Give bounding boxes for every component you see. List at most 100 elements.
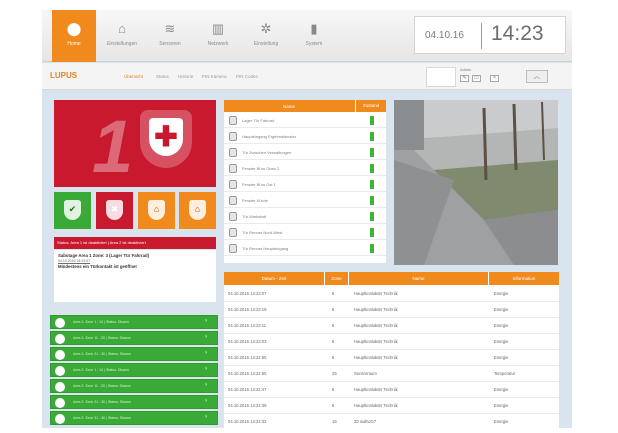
event-information: Energie xyxy=(494,323,509,328)
alarm-timestamp[interactable]: 04.10.2016 14:23:07 xyxy=(58,259,212,263)
area-button[interactable]: Area 1: Zone 11 - 20 | Status: Disarm › xyxy=(50,331,218,345)
sensor-row[interactable]: Tür Renner Haupteingang xyxy=(224,241,386,256)
state-indicator xyxy=(370,148,374,157)
event-name: Hauptkontakter Technik xyxy=(354,323,398,328)
lock-icon xyxy=(229,196,237,205)
nav-system[interactable]: ▮ System xyxy=(292,10,336,62)
bulb-icon xyxy=(55,350,65,360)
event-row[interactable]: 04.10.2016 14:23:11 8 Hauptkontakter Techn… xyxy=(224,318,559,334)
area-button[interactable]: Area 1: Zone 1 - 10 | Status: Disarm › xyxy=(50,315,218,329)
event-row[interactable]: 04.10.2016 14:22:47 8 Hauptkontakter Techn… xyxy=(224,382,559,398)
time-text: 14:23 xyxy=(491,22,544,45)
mode-arm-button[interactable]: ✖ xyxy=(96,192,133,229)
event-row[interactable]: 04.10.2016 14:22:39 8 Hauptkontakter Techn… xyxy=(224,398,559,414)
column-header-state[interactable]: Zustand xyxy=(355,100,386,112)
sensor-name: Tür Werkstatt xyxy=(242,214,266,219)
lock-icon xyxy=(229,180,237,189)
event-information: Energie xyxy=(494,307,509,312)
window-icon[interactable]: ▭ xyxy=(472,75,481,82)
nav-home-label: Home xyxy=(67,41,81,47)
nav-einstellungen-label: Einstellungen xyxy=(106,41,138,47)
date-time-display: 04.10.16 14:23 xyxy=(414,16,566,54)
sensor-row[interactable]: Fenster Büro Ost 1 xyxy=(224,177,386,192)
nav-einstellungen[interactable]: ⌂ Einstellungen xyxy=(100,10,144,62)
date-text: 04.10.16 xyxy=(425,30,464,41)
sensor-name: Fenster Büro Ost 1 xyxy=(242,182,276,187)
nav-einstellung[interactable]: ✲ Einstellung xyxy=(244,10,288,62)
user-avatar-box xyxy=(426,67,456,87)
mode-home1-button[interactable]: ⌂ xyxy=(138,192,175,229)
device-frame: ⬤ Home ⌂ Einstellungen ≋ Sensoren ▥ Netz… xyxy=(0,0,618,433)
area-button[interactable]: Area 2: Zone 21 - 30 | Status: Disarm › xyxy=(50,395,218,409)
event-datetime: 04.10.2016 14:22:55 xyxy=(228,371,267,376)
bulb-icon xyxy=(55,382,65,392)
nav-netzwerk[interactable]: ▥ Netzwerk xyxy=(196,10,240,62)
event-datetime: 04.10.2016 14:23:07 xyxy=(228,291,267,296)
area-label: Area 1: Zone 11 - 20 | Status: Disarm xyxy=(73,336,131,340)
chevron-right-icon: › xyxy=(205,334,207,340)
camera-feed[interactable] xyxy=(394,100,558,265)
event-zone: 8 xyxy=(332,387,335,392)
sensor-row[interactable]: Haupteingang Ergebnisfenster xyxy=(224,129,386,144)
event-row[interactable]: 04.10.2016 14:22:32 16 Z0 waltUG7 Energie xyxy=(224,414,559,428)
edit-icon[interactable]: ✎ xyxy=(460,75,469,82)
sensor-row[interactable]: Tür Werkstatt xyxy=(224,209,386,224)
column-header-datetime[interactable]: Datum - Zeit xyxy=(224,272,324,285)
sensor-row[interactable]: Tür Zwischen Verwaltungen xyxy=(224,145,386,160)
column-header-information[interactable]: Information xyxy=(488,272,559,285)
event-information: Energie xyxy=(494,387,509,392)
column-header-zone[interactable]: Zone xyxy=(324,272,348,285)
event-row[interactable]: 04.10.2016 14:23:19 8 Hauptkontakter Techn… xyxy=(224,302,559,318)
home-alarm-icon: ⬤ xyxy=(66,21,82,36)
alarm-message-box: Sabotage Area 1 Zone: 3 (Lager Tür Fahrr… xyxy=(54,250,216,302)
status-bar: Status: Area 1 ist deaktiviert | Area 2 … xyxy=(54,237,216,249)
bulb-icon xyxy=(55,334,65,344)
subnav-historie[interactable]: Historie xyxy=(178,74,193,79)
event-row[interactable]: 04.10.2016 14:23:03 8 Hauptkontakter Techn… xyxy=(224,334,559,350)
sensor-row[interactable]: Fenster Küche xyxy=(224,193,386,208)
collapse-button[interactable]: ︿ xyxy=(526,70,548,83)
sensor-row[interactable]: Lager Tür Fahrrad xyxy=(224,113,386,128)
mode-home2-button[interactable]: ⌂ xyxy=(179,192,216,229)
event-datetime: 04.10.2016 14:22:47 xyxy=(228,387,267,392)
event-name: Hauptkontakter Technik xyxy=(354,307,398,312)
state-indicator xyxy=(370,116,374,125)
lock-icon xyxy=(229,116,237,125)
nav-sensoren[interactable]: ≋ Sensoren xyxy=(148,10,192,62)
mode-disarm-button[interactable]: ✔ xyxy=(54,192,91,229)
state-indicator xyxy=(370,132,374,141)
house-icon: ⌂ xyxy=(118,21,126,36)
lock-icon xyxy=(229,164,237,173)
subnav-pin-codes[interactable]: PIN Codes xyxy=(236,74,258,79)
area-button[interactable]: Area 1: Zone 21 - 30 | Status: Disarm › xyxy=(50,347,218,361)
event-row[interactable]: 04.10.2016 14:22:55 8 Hauptkontakter Techn… xyxy=(224,350,559,366)
sensor-row[interactable]: Tür Renner Nord-West xyxy=(224,225,386,240)
subnav-status[interactable]: Status xyxy=(156,74,169,79)
nav-home[interactable]: ⬤ Home xyxy=(52,10,96,62)
sensor-row[interactable]: Fenster Büro Oben 2 xyxy=(224,161,386,176)
mode-selector: ✔ ✖ ⌂ ⌂ xyxy=(54,192,216,232)
bulb-icon xyxy=(55,398,65,408)
event-datetime: 04.10.2016 14:23:03 xyxy=(228,339,267,344)
event-row[interactable]: 04.10.2016 14:22:55 25 Sensorraum Temperatu… xyxy=(224,366,559,382)
nav-einstellung-label: Einstellung xyxy=(253,41,279,47)
area-button[interactable]: Area 2: Zone 11 - 20 | Status: Disarm › xyxy=(50,379,218,393)
event-datetime: 04.10.2016 14:23:11 xyxy=(228,323,267,328)
area-button[interactable]: Area 2: Zone 31 - 40 | Status: Disarm › xyxy=(50,411,218,425)
event-row[interactable]: 04.10.2016 14:23:07 8 Hauptkontakter Techn… xyxy=(224,286,559,302)
sensor-name: Tür Renner Haupteingang xyxy=(242,246,289,251)
event-table-header: Datum - Zeit Zone Name Information xyxy=(224,272,559,285)
column-header-name[interactable]: Name xyxy=(224,104,354,109)
close-icon[interactable]: × xyxy=(490,75,499,82)
subnav-pin-kamera[interactable]: PIN Kamera xyxy=(202,74,227,79)
event-information: Energie xyxy=(494,403,509,408)
column-header-name[interactable]: Name xyxy=(348,272,488,285)
event-zone: 25 xyxy=(332,371,337,376)
state-indicator xyxy=(370,164,374,173)
sensor-name: Fenster Küche xyxy=(242,198,269,203)
subnav-uebersicht[interactable]: Übersicht xyxy=(124,74,143,79)
event-name: Z0 waltUG7 xyxy=(354,419,377,424)
shield-home-icon: ⌂ xyxy=(148,200,165,220)
event-zone: 8 xyxy=(332,307,335,312)
area-button[interactable]: Area 2: Zone 1 - 10 | Status: Disarm › xyxy=(50,363,218,377)
